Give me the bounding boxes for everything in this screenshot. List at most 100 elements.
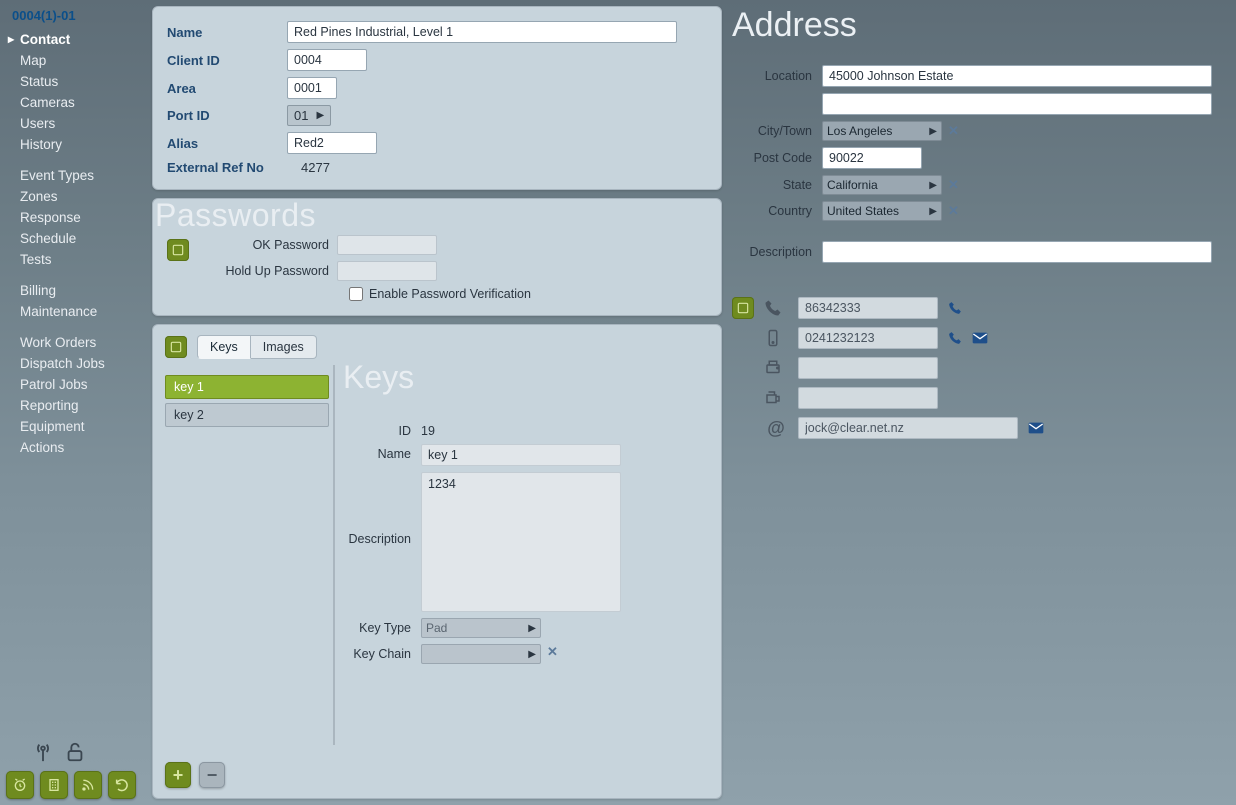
contact-block: @	[732, 297, 1228, 439]
chevron-right-icon: ▶	[528, 649, 536, 660]
location-line1-input[interactable]	[822, 65, 1212, 87]
sidebar-item-patrol-jobs[interactable]: Patrol Jobs	[8, 374, 150, 395]
key-description-input[interactable]	[421, 472, 621, 612]
tab-images[interactable]: Images	[251, 335, 317, 359]
sidebar-item-history[interactable]: History	[8, 134, 150, 155]
sidebar-item-zones[interactable]: Zones	[8, 186, 150, 207]
sidebar-item-response[interactable]: Response	[8, 207, 150, 228]
sidebar-item-equipment[interactable]: Equipment	[8, 416, 150, 437]
sidebar-item-schedule[interactable]: Schedule	[8, 228, 150, 249]
name-input[interactable]	[287, 21, 677, 43]
key-name-input[interactable]	[421, 444, 621, 466]
city-clear-button[interactable]: ✕	[948, 123, 959, 139]
key-type-value: Pad	[426, 621, 447, 635]
ext-ref-value: 4277	[287, 160, 330, 175]
sidebar-item-work-orders[interactable]: Work Orders	[8, 332, 150, 353]
mobile-mail-icon[interactable]	[972, 332, 988, 344]
sidebar-item-reporting[interactable]: Reporting	[8, 395, 150, 416]
country-value: United States	[827, 204, 899, 218]
city-value: Los Angeles	[827, 124, 892, 138]
label-enable-password: Enable Password Verification	[369, 287, 531, 301]
label-key-description: Description	[341, 472, 421, 546]
remove-key-button[interactable]: −	[199, 762, 225, 788]
unlock-icon[interactable]	[64, 741, 86, 763]
building-icon[interactable]	[40, 771, 68, 799]
identity-panel: Name Client ID Area Port ID 01 ▶ Alias	[152, 6, 722, 190]
sidebar-item-status[interactable]: Status	[8, 71, 150, 92]
send-mail-icon[interactable]	[1028, 422, 1044, 434]
location-line2-input[interactable]	[822, 93, 1212, 115]
label-post: Post Code	[732, 151, 822, 165]
key-list-item[interactable]: key 1	[165, 375, 329, 399]
chevron-right-icon: ▶	[316, 110, 324, 121]
sidebar-item-tests[interactable]: Tests	[8, 249, 150, 270]
label-ext-ref: External Ref No	[167, 160, 287, 175]
tab-keys[interactable]: Keys	[197, 335, 251, 359]
phone-action-icon[interactable]	[948, 301, 962, 315]
enable-password-verification-checkbox[interactable]	[349, 287, 363, 301]
sidebar-item-dispatch-jobs[interactable]: Dispatch Jobs	[8, 353, 150, 374]
passwords-panel: Passwords OK Password Hold Up Password E…	[152, 198, 722, 316]
country-clear-button[interactable]: ✕	[948, 203, 959, 219]
sidebar-item-users[interactable]: Users	[8, 113, 150, 134]
contact-panel-icon[interactable]	[732, 297, 754, 319]
ok-password-input[interactable]	[337, 235, 437, 255]
label-city: City/Town	[732, 124, 822, 138]
mobile-call-icon[interactable]	[948, 331, 962, 345]
label-key-id: ID	[341, 421, 421, 438]
sidebar-item-event-types[interactable]: Event Types	[8, 165, 150, 186]
label-area: Area	[167, 81, 287, 96]
keys-list: key 1 key 2	[165, 365, 335, 745]
label-client-id: Client ID	[167, 53, 287, 68]
sidebar-item-map[interactable]: Map	[8, 50, 150, 71]
phone-input[interactable]	[798, 297, 938, 319]
state-select[interactable]: California ▶	[822, 175, 942, 195]
sidebar-item-maintenance[interactable]: Maintenance	[8, 301, 150, 322]
fax-icon	[764, 359, 788, 377]
city-select[interactable]: Los Angeles ▶	[822, 121, 942, 141]
country-select[interactable]: United States ▶	[822, 201, 942, 221]
label-key-type: Key Type	[341, 618, 421, 635]
holdup-password-input[interactable]	[337, 261, 437, 281]
label-name: Name	[167, 25, 287, 40]
antenna-icon[interactable]	[32, 741, 54, 763]
rss-icon[interactable]	[74, 771, 102, 799]
port-id-select[interactable]: 01 ▶	[287, 105, 331, 126]
keys-title: Keys	[343, 359, 414, 396]
key-type-select[interactable]: Pad ▶	[421, 618, 541, 638]
label-description: Description	[732, 245, 822, 259]
sidebar-item-contact[interactable]: Contact	[8, 29, 150, 50]
label-holdup-password: Hold Up Password	[207, 264, 337, 278]
keys-panel-icon[interactable]	[165, 336, 187, 358]
address-description-input[interactable]	[822, 241, 1212, 263]
sidebar-bottom-icons	[6, 741, 136, 799]
key-chain-clear-button[interactable]: ✕	[547, 644, 558, 660]
label-country: Country	[732, 204, 822, 218]
label-state: State	[732, 178, 822, 192]
post-code-input[interactable]	[822, 147, 922, 169]
key-list-item[interactable]: key 2	[165, 403, 329, 427]
pager-input[interactable]	[798, 387, 938, 409]
sidebar: 0004(1)-01 Contact Map Status Cameras Us…	[0, 0, 150, 805]
alias-input[interactable]	[287, 132, 377, 154]
sidebar-item-cameras[interactable]: Cameras	[8, 92, 150, 113]
state-value: California	[827, 178, 878, 192]
left-column: Name Client ID Area Port ID 01 ▶ Alias	[152, 6, 722, 799]
passwords-title: Passwords	[155, 197, 316, 234]
client-id-input[interactable]	[287, 49, 367, 71]
area-input[interactable]	[287, 77, 337, 99]
alarm-clock-icon[interactable]	[6, 771, 34, 799]
mobile-input[interactable]	[798, 327, 938, 349]
fax-input[interactable]	[798, 357, 938, 379]
pager-icon	[764, 389, 788, 407]
add-key-button[interactable]: +	[165, 762, 191, 788]
password-panel-icon[interactable]	[167, 239, 189, 261]
sidebar-item-billing[interactable]: Billing	[8, 280, 150, 301]
undo-icon[interactable]	[108, 771, 136, 799]
mobile-icon	[764, 329, 788, 347]
email-input[interactable]	[798, 417, 1018, 439]
key-chain-select[interactable]: ▶	[421, 644, 541, 664]
state-clear-button[interactable]: ✕	[948, 177, 959, 193]
sidebar-item-actions[interactable]: Actions	[8, 437, 150, 458]
keys-tabbar: Keys Images	[197, 335, 317, 359]
